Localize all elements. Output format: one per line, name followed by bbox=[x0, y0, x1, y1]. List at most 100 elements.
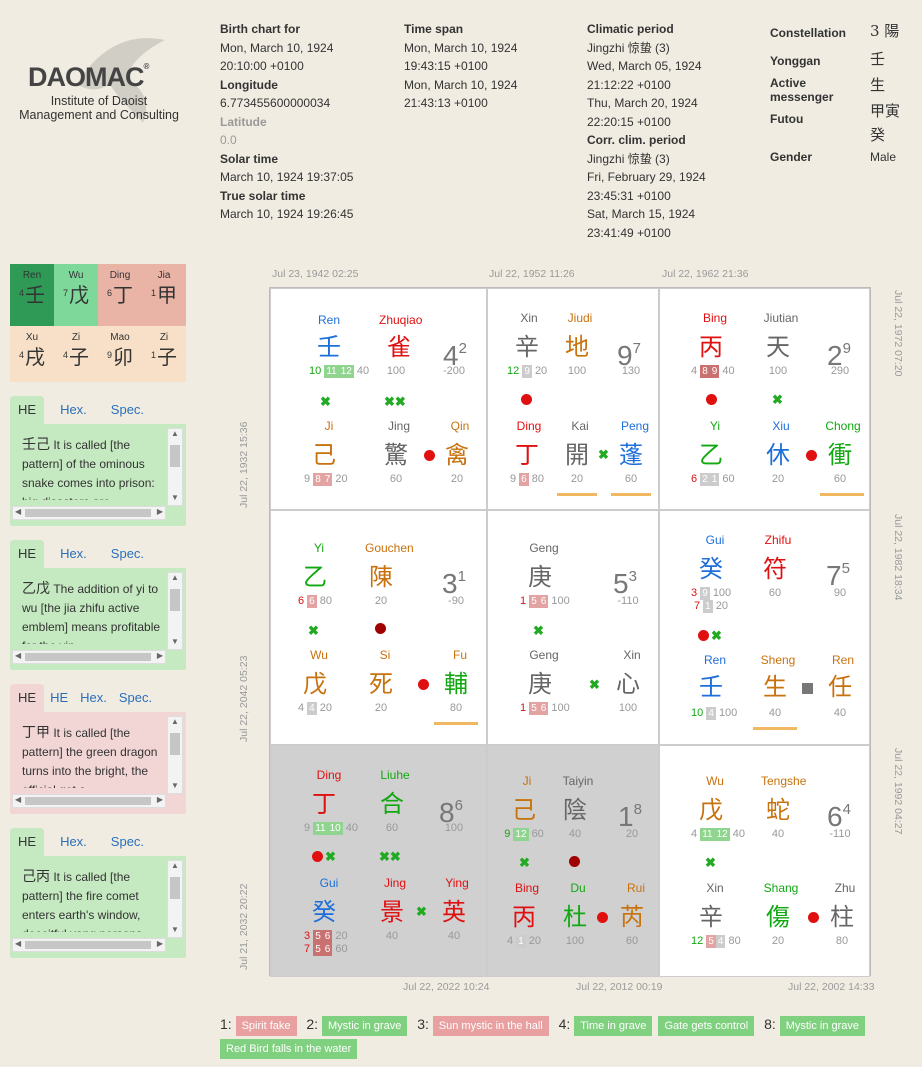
interpretation-panel-2: HE Hex. Spec. 乙戊 The addition of yi to wu … bbox=[10, 538, 186, 670]
red-dot-icon bbox=[418, 679, 429, 690]
red-dot-icon bbox=[808, 912, 819, 923]
date-label: Jul 22, 1962 21:36 bbox=[662, 268, 749, 280]
pattern-tag[interactable]: Time in grave bbox=[574, 1016, 653, 1036]
pillar-bottom-4: Zi 1子 bbox=[142, 326, 186, 382]
cross-icon: ✖ bbox=[772, 392, 783, 407]
tab-he[interactable]: HE bbox=[10, 540, 45, 568]
tab-he-2[interactable]: HE bbox=[44, 684, 74, 712]
palace-cell-2[interactable]: Bing 丙 Jiutian 天 29 4 89 40 100 290 ✖ Yi… bbox=[659, 288, 870, 510]
pillar-bottom-2: Zi 4子 bbox=[54, 326, 98, 382]
pattern-tag[interactable]: Gate gets control bbox=[658, 1016, 755, 1036]
cross-icon: ✖ bbox=[589, 677, 600, 692]
tab-he[interactable]: HE bbox=[10, 828, 45, 856]
tab-spec[interactable]: Spec. bbox=[103, 828, 152, 856]
date-label: Jul 22, 2002 14:33 bbox=[788, 981, 875, 993]
panel-text: 壬己 It is called [the pattern] of the omi… bbox=[22, 437, 155, 500]
vertical-scrollbar[interactable]: ▲ ▼ bbox=[167, 716, 183, 794]
palace-cell-6[interactable]: Wu 戊 Tengshe 蛇 64 4 11 12 40 40 -110 ✖ Xi… bbox=[659, 745, 870, 977]
red-dot-icon bbox=[597, 912, 608, 923]
pillar-top-3: Ding 6丁 bbox=[98, 264, 142, 326]
interpretation-panel-3: HE HE Hex. Spec. 丁甲 It is called [the patte… bbox=[10, 682, 186, 814]
red-dot-icon bbox=[521, 394, 532, 405]
tab-he[interactable]: HE bbox=[10, 396, 45, 424]
tab-spec[interactable]: Spec. bbox=[113, 684, 158, 712]
cross-icon: ✖ bbox=[705, 855, 716, 870]
tab-spec[interactable]: Spec. bbox=[103, 396, 152, 424]
climatic-period: Climatic period Jingzhi 惊蛰 (3) Wed, March … bbox=[587, 22, 706, 240]
red-dot-icon bbox=[312, 851, 323, 862]
pattern-tag[interactable]: Spirit fake bbox=[235, 1016, 297, 1036]
tab-spec[interactable]: Spec. bbox=[103, 540, 152, 568]
palace-cell-7[interactable]: Gui 癸 Zhifu 符 75 3 9 100 7 1 20 60 90 ✖ … bbox=[659, 510, 870, 745]
four-pillars: Ren 4壬 Wu 7戊 Ding 6丁 Jia 1甲 Xu 4戌 Zi 4子 Mao 9卯 … bbox=[10, 264, 186, 382]
tab-he[interactable]: HE bbox=[10, 684, 45, 712]
date-label: Jul 22, 2022 10:24 bbox=[403, 981, 490, 993]
summary-table: Constellation 3 陽 Yonggan 壬 Active messeng… bbox=[770, 22, 901, 164]
red-dot-icon bbox=[706, 394, 717, 405]
palace-cell-8[interactable]: Ding 丁 Liuhe 合 86 9 11 10 40 60 100 ✖ ✖✖ … bbox=[270, 745, 487, 977]
palace-cell-9[interactable]: Xin 辛 Jiudi 地 97 12 9 20 100 130 Ding 丁 … bbox=[487, 288, 659, 510]
date-label: Jul 23, 1942 02:25 bbox=[272, 268, 359, 280]
palace-cell-5[interactable]: Geng 庚 53 1 56 100 -110 ✖ Geng 庚 ✖ Xin 心… bbox=[487, 510, 659, 745]
horizontal-scrollbar[interactable]: ◀ ▶ bbox=[12, 506, 166, 520]
palace-cell-4[interactable]: Ren 壬 Zhuqiao 雀 42 10 11 12 40 100 -200 ✖… bbox=[270, 288, 487, 510]
date-label: Jul 21, 2032 20:22 bbox=[238, 883, 250, 970]
pattern-tag[interactable]: Mystic in grave bbox=[779, 1016, 866, 1036]
red-dot-icon bbox=[424, 450, 435, 461]
horizontal-scrollbar[interactable]: ◀ ▶ bbox=[12, 650, 166, 664]
tab-hex[interactable]: Hex. bbox=[52, 396, 95, 424]
panel-text: 乙戊 The addition of yi to wu [the jia zhi… bbox=[22, 581, 161, 644]
cross-icon: ✖✖ bbox=[379, 849, 401, 864]
vertical-scrollbar[interactable]: ▲ ▼ bbox=[167, 428, 183, 506]
underline-mark bbox=[557, 493, 597, 496]
tab-hex[interactable]: Hex. bbox=[52, 540, 95, 568]
cross-icon: ✖ bbox=[320, 394, 331, 409]
cross-icon: ✖ bbox=[533, 623, 544, 638]
palace-cell-3[interactable]: Yi 乙 Gouchen 陳 31 6 6 80 20 -90 ✖ Wu 戊 S… bbox=[270, 510, 487, 745]
date-label: Jul 22, 2042 05:23 bbox=[238, 655, 250, 742]
date-label: Jul 22, 1992 04:27 bbox=[892, 748, 904, 835]
panel-text: 丁甲 It is called [the pattern] the green … bbox=[22, 725, 158, 788]
tab-hex[interactable]: Hex. bbox=[74, 684, 113, 712]
horizontal-scrollbar[interactable]: ◀ ▶ bbox=[12, 938, 166, 952]
time-span: Time span Mon, March 10, 1924 19:43:15 +01… bbox=[404, 22, 518, 110]
vertical-scrollbar[interactable]: ▲ ▼ bbox=[167, 860, 183, 938]
pillar-top-1: Ren 4壬 bbox=[10, 264, 54, 326]
brand-subtitle: Institute of Daoist Management and Consul… bbox=[19, 94, 179, 122]
dark-dot-icon bbox=[375, 623, 386, 634]
red-dot-icon bbox=[698, 630, 709, 641]
pillar-bottom-1: Xu 4戌 bbox=[10, 326, 54, 382]
dark-dot-icon bbox=[569, 856, 580, 867]
pillar-bottom-3: Mao 9卯 bbox=[98, 326, 142, 382]
pillar-top-4: Jia 1甲 bbox=[142, 264, 186, 326]
date-label: Jul 22, 2012 00:19 bbox=[576, 981, 663, 993]
pattern-tag[interactable]: Red Bird falls in the water bbox=[220, 1039, 358, 1059]
gray-square-icon bbox=[802, 683, 813, 694]
underline-mark bbox=[753, 727, 797, 730]
pillar-top-2: Wu 7戊 bbox=[54, 264, 98, 326]
cross-icon: ✖ bbox=[598, 447, 609, 462]
cross-icon: ✖ bbox=[519, 855, 530, 870]
tab-hex[interactable]: Hex. bbox=[52, 828, 95, 856]
panel-text: 己丙 It is called [the pattern] the fire c… bbox=[22, 869, 142, 932]
birth-info: Birth chart for Mon, March 10, 1924 20:10:… bbox=[220, 22, 354, 221]
pattern-tag[interactable]: Mystic in grave bbox=[321, 1016, 408, 1036]
nine-palace-grid: Ren 壬 Zhuqiao 雀 42 10 11 12 40 100 -200 ✖… bbox=[269, 287, 871, 977]
interpretation-panel-1: HE Hex. Spec. 壬己 It is called [the pattern… bbox=[10, 394, 186, 526]
horizontal-scrollbar[interactable]: ◀ ▶ bbox=[12, 794, 166, 808]
vertical-scrollbar[interactable]: ▲ ▼ bbox=[167, 572, 183, 650]
cross-icon: ✖ bbox=[325, 849, 336, 864]
cross-icon: ✖ bbox=[711, 628, 722, 643]
palace-cell-1[interactable]: Ji 己 Taiyin 陰 18 9 12 60 40 20 ✖ Bing 丙 … bbox=[487, 745, 659, 977]
underline-mark bbox=[434, 722, 478, 725]
date-label: Jul 22, 1972 07:20 bbox=[892, 290, 904, 377]
red-dot-icon bbox=[806, 450, 817, 461]
cross-icon: ✖✖ bbox=[384, 394, 406, 409]
cross-icon: ✖ bbox=[308, 623, 319, 638]
underline-mark bbox=[611, 493, 651, 496]
date-label: Jul 22, 1932 15:36 bbox=[238, 421, 250, 508]
brand-name: DAOMAC® bbox=[28, 62, 149, 92]
pattern-tag[interactable]: Sun mystic in the hall bbox=[432, 1016, 549, 1036]
logo: DAOMAC® Institute of Daoist Management an… bbox=[8, 18, 190, 136]
cross-icon: ✖ bbox=[416, 904, 427, 919]
